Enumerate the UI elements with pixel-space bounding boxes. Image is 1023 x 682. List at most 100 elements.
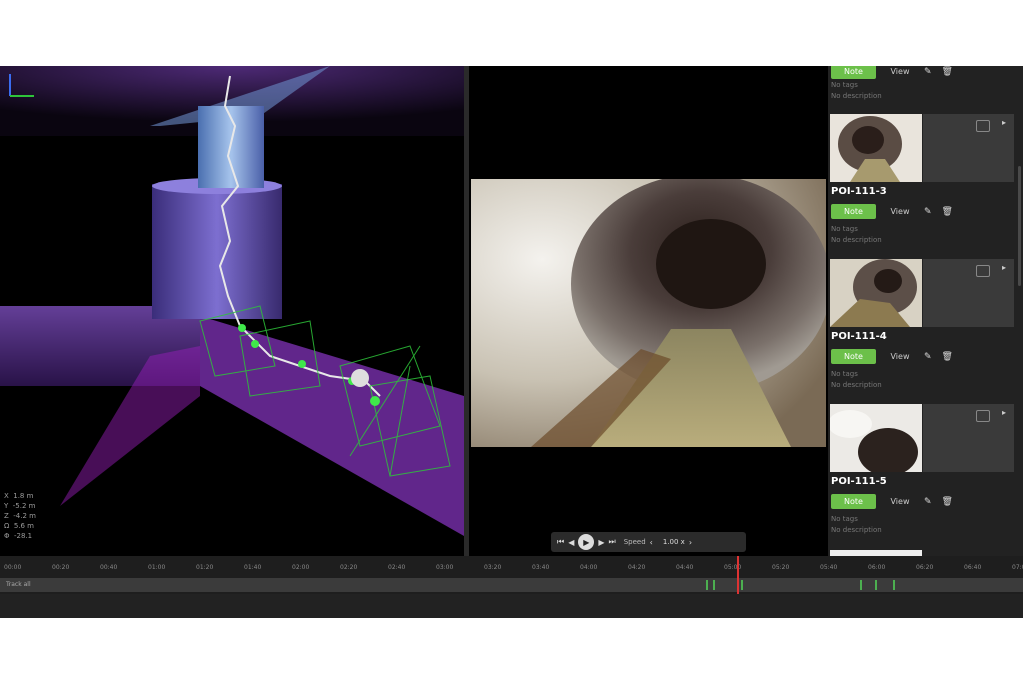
timeline-tick-label: 06:20 (916, 564, 934, 571)
delete-icon[interactable]: 🗑 (942, 352, 953, 362)
timeline-marker[interactable] (860, 580, 862, 590)
poi-thumbnail-row: ▸ (830, 259, 1014, 327)
poi-meta: No tags No description (831, 224, 882, 246)
note-button[interactable]: Note (831, 204, 876, 219)
speed-increase-icon[interactable]: › (689, 538, 692, 547)
timeline-track[interactable]: Track all (0, 578, 1023, 592)
poi-thumbnail[interactable] (830, 404, 922, 472)
poi-item[interactable]: ▸ POI-111-5 Note View ✎ 🗑 No tags No des… (828, 404, 1014, 544)
poi-actions: Note View ✎ 🗑 (831, 204, 953, 219)
poi-scrollbar[interactable] (1018, 166, 1021, 286)
skip-back-icon[interactable]: ⏮ (557, 537, 564, 547)
timeline[interactable]: 00:00 00:20 00:40 01:00 01:20 01:40 02:00 02:20… (0, 556, 1023, 618)
poi-thumbnail-actions: ▸ (923, 114, 1014, 182)
poi-title: POI-111-4 (831, 331, 887, 342)
screenshot-icon[interactable] (976, 120, 990, 132)
coord-value: 5.6 m (13, 522, 34, 530)
timeline-tick-label: 07:00 (1012, 564, 1023, 571)
timeline-tick-label: 05:40 (820, 564, 838, 571)
view-button[interactable]: View (886, 497, 914, 506)
coord-axis: Φ (4, 532, 10, 540)
edit-icon[interactable]: ✎ (924, 207, 932, 217)
poi-item[interactable]: ▸ POI-111-4 Note View ✎ 🗑 No tags No des… (828, 259, 1014, 399)
speed-value[interactable]: 1.00 x (663, 538, 685, 546)
poi-actions: Note View ✎ 🗑 (831, 349, 953, 364)
edit-icon[interactable]: ✎ (924, 67, 932, 77)
delete-icon[interactable]: 🗑 (942, 67, 953, 77)
poi-tags: No tags (831, 370, 858, 378)
coord-value: -4.2 m (13, 512, 36, 520)
timeline-marker[interactable] (893, 580, 895, 590)
poi-thumbnail-image (830, 259, 922, 327)
timeline-tick-label: 04:20 (628, 564, 646, 571)
video-viewer[interactable]: ⏮ ◀ ▶ ▶ ⏭ Speed ‹ 1.00 x › (469, 66, 828, 556)
coord-row: Y -5.2 m (4, 501, 36, 511)
poi-item-partial: Note View ✎ 🗑 No tags No description (828, 66, 1014, 112)
poi-thumbnail-actions: ▸ (923, 259, 1014, 327)
timeline-tick-label: 00:40 (100, 564, 118, 571)
poi-thumbnail-row: ▸ (830, 114, 1014, 182)
poi-description: No description (831, 381, 882, 389)
timeline-tick-label: 01:00 (148, 564, 166, 571)
note-button[interactable]: Note (831, 66, 876, 79)
poi-description: No description (831, 236, 882, 244)
coord-value: 1.8 m (13, 492, 34, 500)
poi-thumbnail-image (830, 404, 922, 472)
timeline-marker[interactable] (706, 580, 708, 590)
timeline-lower-track (0, 594, 1023, 618)
poi-meta: No tags No description (831, 369, 882, 391)
coord-axis: Ω (4, 522, 10, 530)
poi-description: No description (831, 92, 882, 100)
poi-item[interactable]: ▸ POI-111-3 Note View ✎ 🗑 No tags No des… (828, 114, 1014, 254)
view-button[interactable]: View (886, 352, 914, 361)
coord-axis: Y (4, 502, 9, 510)
timeline-tick-label: 03:20 (484, 564, 502, 571)
timeline-playhead[interactable] (737, 556, 739, 594)
timeline-ruler: 00:00 00:20 00:40 01:00 01:20 01:40 02:00 02:20… (0, 560, 1023, 574)
expand-icon[interactable]: ▸ (1002, 263, 1006, 272)
poi-title: POI-111-3 (831, 186, 887, 197)
poi-thumbnail[interactable] (830, 114, 922, 182)
note-button[interactable]: Note (831, 494, 876, 509)
point-cloud-viewport[interactable]: X 1.8 m Y -5.2 m Z -4.2 m Ω 5.6 m Φ -28.… (0, 66, 464, 556)
timeline-marker[interactable] (875, 580, 877, 590)
timeline-marker[interactable] (713, 580, 715, 590)
video-frame (471, 179, 826, 447)
track-label: Track all (6, 581, 31, 588)
expand-icon[interactable]: ▸ (1002, 118, 1006, 127)
view-button[interactable]: View (886, 207, 914, 216)
play-button[interactable]: ▶ (578, 534, 595, 550)
expand-icon[interactable]: ▸ (1002, 408, 1006, 417)
timeline-marker[interactable] (741, 580, 743, 590)
note-button[interactable]: Note (831, 349, 876, 364)
step-forward-icon[interactable]: ▶ (598, 538, 604, 547)
poi-tags: No tags (831, 81, 858, 89)
coordinate-readout: X 1.8 m Y -5.2 m Z -4.2 m Ω 5.6 m Φ -28.… (4, 491, 36, 541)
timeline-tick-label: 02:20 (340, 564, 358, 571)
coord-row: Φ -28.1 (4, 531, 36, 541)
step-back-icon[interactable]: ◀ (568, 538, 574, 547)
speed-decrease-icon[interactable]: ‹ (650, 538, 653, 547)
screenshot-icon[interactable] (976, 265, 990, 277)
poi-actions: Note View ✎ 🗑 (831, 494, 953, 509)
poi-thumbnail-actions: ▸ (923, 404, 1014, 472)
view-button[interactable]: View (886, 67, 914, 76)
poi-thumbnail[interactable] (830, 259, 922, 327)
delete-icon[interactable]: 🗑 (942, 497, 953, 507)
edit-icon[interactable]: ✎ (924, 497, 932, 507)
timeline-tick-label: 03:40 (532, 564, 550, 571)
timeline-tick-label: 03:00 (436, 564, 454, 571)
coord-value: -28.1 (13, 532, 33, 540)
timeline-tick-label: 02:00 (292, 564, 310, 571)
poi-description: No description (831, 526, 882, 534)
coord-row: X 1.8 m (4, 491, 36, 501)
screenshot-icon[interactable] (976, 410, 990, 422)
delete-icon[interactable]: 🗑 (942, 207, 953, 217)
coord-value: -5.2 m (12, 502, 36, 510)
coord-row: Ω 5.6 m (4, 521, 36, 531)
edit-icon[interactable]: ✎ (924, 352, 932, 362)
app-window: X 1.8 m Y -5.2 m Z -4.2 m Ω 5.6 m Φ -28.… (0, 66, 1023, 618)
timeline-tick-label: 01:40 (244, 564, 262, 571)
poi-meta: No tags No description (831, 514, 882, 536)
skip-forward-icon[interactable]: ⏭ (609, 537, 616, 547)
